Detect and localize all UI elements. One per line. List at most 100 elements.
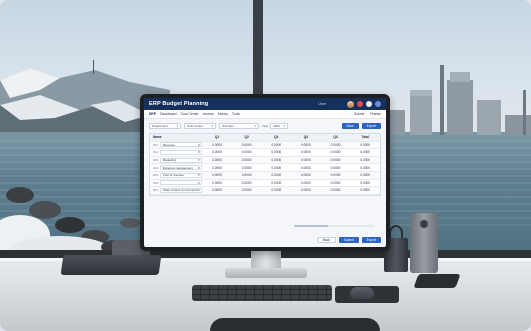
value-cell[interactable]: 0.0000 [261,158,291,162]
cost-center-select[interactable]: Cost Center ▾ [184,122,216,129]
menu-item-money[interactable]: Money [218,112,228,116]
settings-icon[interactable] [375,101,381,107]
value-cell[interactable]: 0.0000 [232,143,262,147]
finalize-menu-button[interactable]: Finalize [370,112,381,116]
row-account-select[interactable]: ▾ [160,180,203,186]
row-code: 007 [153,188,159,193]
help-icon[interactable] [366,101,372,107]
export-button[interactable]: Export [361,122,381,129]
user-name[interactable]: User [318,102,326,106]
menu-item-tools[interactable]: Tools [232,112,240,116]
menu-item-cost-center[interactable]: Cost Center [181,112,199,116]
value-cell[interactable]: 0.0000 [202,158,232,162]
chevron-down-icon: ▾ [254,123,256,128]
save-button[interactable]: Save [341,122,359,129]
menu-item-erp[interactable]: ERP [149,112,156,116]
menu-item-dashboard[interactable]: Dashboard [160,112,177,116]
value-cell[interactable]: 0.0000 [291,181,321,185]
speaker-grille [420,220,428,228]
column-header-q1[interactable]: Q1 [202,135,232,139]
monitor-stand [251,248,281,270]
value-cell[interactable]: 0.0000 [202,150,232,154]
value-cell[interactable]: 0.0000 [202,166,232,170]
value-cell[interactable]: 0.0000 [202,181,232,185]
column-header-total[interactable]: Total [350,135,380,139]
avatar-icon[interactable] [347,100,354,108]
row-code: 003 [153,158,159,163]
value-cell[interactable]: 0.0000 [350,150,380,154]
value-cell[interactable]: 0.0000 [232,173,262,177]
value-cell[interactable]: 0.0000 [232,188,262,192]
value-cell[interactable]: 0.0000 [291,166,321,170]
table-row[interactable]: 007 Other income (noncontrol) ▾ 0.0000 0.000… [150,187,380,195]
row-account-select[interactable]: Revenue ▾ [160,142,203,148]
column-header-q3[interactable]: Q3 [261,135,291,139]
value-cell[interactable]: 0.0000 [202,188,232,192]
column-header-name[interactable]: Name [150,135,202,139]
submit-menu-button[interactable]: Submit [354,112,364,116]
value-cell[interactable]: 0.0000 [261,150,291,154]
row-account-select[interactable]: Other income (noncontrol) ▾ [160,187,203,193]
value-cell[interactable]: 0.0000 [291,150,321,154]
value-cell[interactable]: 0.0000 [321,166,351,170]
department-select[interactable]: Department ▾ [149,122,181,129]
keyboard-keys [192,285,332,301]
chevron-down-icon: ▾ [283,123,286,128]
scenario-select[interactable]: Scenario ▾ [219,122,259,129]
table-row[interactable]: 002 ▾ 0.0000 0.0000 0.0000 0.0000 0.0000 0.0000 [150,149,380,157]
column-header-q4b[interactable]: Q4 [321,135,351,139]
chevron-down-icon: ▾ [176,123,178,128]
value-cell[interactable]: 0.0000 [291,188,321,192]
table-row[interactable]: 003 Marketing ▾ 0.0000 0.0000 0.0000 0.0000 0.0… [150,156,380,165]
value-cell[interactable]: 0.0000 [350,188,380,192]
row-account-select[interactable]: Marketing ▾ [160,157,203,163]
grid-header-row: Name Q1 Q2 Q3 Q4 Q4 Total [150,134,380,142]
row-account-select[interactable]: Expense management ▾ [160,165,203,171]
value-cell[interactable]: 0.0000 [321,143,351,147]
export-footer-button[interactable]: Export [361,237,381,243]
value-cell[interactable]: 0.0000 [261,166,291,170]
row-name-cell: 003 Marketing ▾ [150,157,203,163]
value-cell[interactable]: 0.0000 [350,166,380,170]
value-cell[interactable]: 0.0000 [232,166,262,170]
main-menu: ERP Dashboard Cost Center Income Money T… [144,110,386,119]
value-cell[interactable]: 0.0000 [261,143,291,147]
erp-app-window: ERP Budget Planning User ERP Dashboard C… [144,98,386,247]
value-cell[interactable]: 0.0000 [350,173,380,177]
column-header-q4[interactable]: Q4 [291,135,321,139]
table-row[interactable]: 006 ▾ 0.0000 0.0000 0.0000 0.0000 0.0000 0.0000 [150,180,380,188]
table-row[interactable]: 005 Cost of revenue ▾ 0.0000 0.0000 0.0000 0.0… [150,171,380,180]
value-cell[interactable]: 0.0000 [321,150,351,154]
value-cell[interactable]: 0.0000 [202,143,232,147]
table-row[interactable]: 001 Revenue ▾ 0.0000 0.0000 0.0000 0.0000 0.000… [150,141,380,150]
row-name-cell: 006 ▾ [150,180,203,186]
value-cell[interactable]: 0.0000 [321,158,351,162]
value-cell[interactable]: 0.0000 [232,181,262,185]
value-cell[interactable]: 0.0000 [261,181,291,185]
submit-button[interactable]: Submit [338,237,359,243]
menu-item-income[interactable]: Income [203,112,214,116]
value-cell[interactable]: 0.0000 [350,158,380,162]
scrollbar-thumb[interactable] [294,225,328,227]
value-cell[interactable]: 0.0000 [321,188,351,192]
row-account-select[interactable]: ▾ [160,149,203,155]
value-cell[interactable]: 0.0000 [232,150,262,154]
value-cell[interactable]: 0.0000 [350,181,380,185]
back-button[interactable]: Back [316,237,336,243]
value-cell[interactable]: 0.0000 [291,158,321,162]
value-cell[interactable]: 0.0000 [350,143,380,147]
value-cell[interactable]: 0.0000 [291,143,321,147]
table-row[interactable]: 004 Expense management ▾ 0.0000 0.0000 0.0000… [150,164,380,172]
alert-icon[interactable] [357,101,363,107]
row-account-select[interactable]: Cost of revenue ▾ [160,172,203,178]
value-cell[interactable]: 0.0000 [261,188,291,192]
value-cell[interactable]: 0.0000 [291,173,321,177]
column-header-q2[interactable]: Q2 [232,135,262,139]
value-cell[interactable]: 0.0000 [321,181,351,185]
chevron-down-icon: ▾ [198,173,200,178]
value-cell[interactable]: 0.0000 [261,173,291,177]
value-cell[interactable]: 0.0000 [321,173,351,177]
value-cell[interactable]: 0.0000 [232,158,262,162]
year-select[interactable]: 2023 ▾ [270,122,289,129]
value-cell[interactable]: 0.0000 [202,173,232,177]
